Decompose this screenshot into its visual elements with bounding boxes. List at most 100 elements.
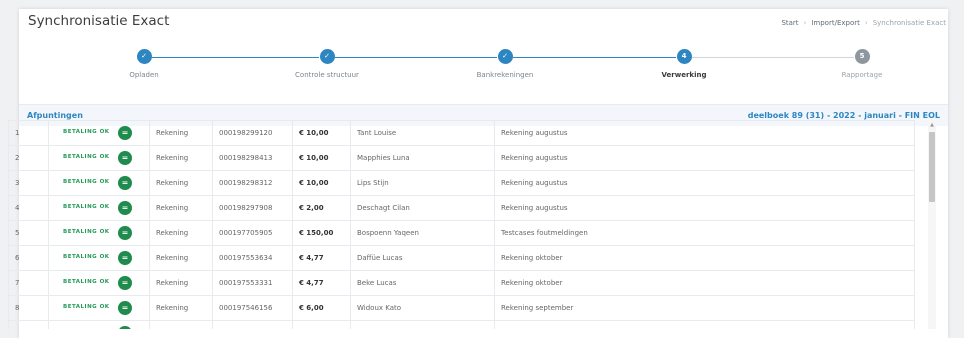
page-header: Synchronisatie Exact Start › Import/Export… — [19, 9, 948, 35]
table-row[interactable]: 3 BETALING OK = Rekening 000198298312 € 10,00… — [8, 170, 915, 196]
equals-icon[interactable]: = — [118, 276, 132, 290]
status-cell: BETALING OK = — [48, 145, 150, 171]
description: Rekening september — [494, 320, 915, 329]
table-row[interactable]: 4 BETALING OK = Rekening 000198297908 € 2,00 D… — [8, 195, 915, 221]
document-type: Rekening — [149, 245, 213, 271]
table-scrollbar[interactable]: ▲ — [928, 120, 938, 329]
status-cell: BETALING OK = — [48, 195, 150, 221]
amount: € 10,00 — [292, 120, 351, 146]
document-type: Rekening — [149, 145, 213, 171]
scrollbar-thumb[interactable] — [929, 132, 935, 202]
status-label: BETALING OK — [63, 154, 110, 160]
breadcrumb-current: Synchronisatie Exact — [872, 19, 946, 27]
table-row[interactable]: 9BETALING OK=Rekening000197546055€ 6,00V… — [8, 320, 915, 329]
table-row[interactable]: 8 BETALING OK = Rekening 000197546156 € 6,00 W… — [8, 295, 915, 321]
breadcrumb-import-export[interactable]: Import/Export — [811, 19, 860, 27]
status-cell: BETALING OK = — [48, 270, 150, 296]
table-row[interactable]: 7 BETALING OK = Rekening 000197553331 € 4,77 B… — [8, 270, 915, 296]
breadcrumb: Start › Import/Export › Synchronisatie Exact — [781, 19, 946, 27]
row-number: 4 — [8, 195, 49, 221]
reference-number: 000198298312 — [212, 170, 293, 196]
reference-number: 000198297908 — [212, 195, 293, 221]
customer-name: Vonhoixe Nancy — [350, 320, 495, 329]
status-label: BETALING OK — [63, 254, 110, 260]
row-number: 7 — [8, 270, 49, 296]
checkmark-icon: ✓ — [136, 49, 152, 64]
equals-icon[interactable]: = — [118, 201, 132, 215]
breadcrumb-separator-icon: › — [803, 19, 807, 27]
description: Rekening oktober — [494, 270, 915, 296]
step-5: 5 Rapportage — [792, 49, 932, 79]
status-cell: BETALING OK = — [48, 120, 150, 146]
equals-icon[interactable]: = — [118, 251, 132, 265]
description: Rekening augustus — [494, 145, 915, 171]
status-label: BETALING OK — [63, 229, 110, 235]
reference-number: 000197546156 — [212, 295, 293, 321]
reference-number: 000197553331 — [212, 270, 293, 296]
row-number: 6 — [8, 245, 49, 271]
customer-name: Deschagt Cilan — [350, 195, 495, 221]
step-label: Bankrekeningen — [476, 71, 534, 79]
status-label: BETALING OK — [63, 204, 110, 210]
document-type: Rekening — [149, 195, 213, 221]
step-3: ✓ Bankrekeningen — [435, 49, 575, 79]
table-row[interactable]: 1 BETALING OK = Rekening 000198299120 € 10,00… — [8, 120, 915, 146]
section-title: Afpuntingen — [27, 111, 83, 120]
document-type: Rekening — [149, 270, 213, 296]
status-label: BETALING OK — [63, 304, 110, 310]
page-title: Synchronisatie Exact — [28, 13, 170, 29]
step-number-badge: 5 — [854, 49, 870, 64]
customer-name: Beke Lucas — [350, 270, 495, 296]
step-number-badge: 4 — [676, 49, 692, 64]
row-number: 9 — [8, 320, 49, 329]
amount: € 6,00 — [292, 320, 351, 329]
table-row[interactable]: 2 BETALING OK = Rekening 000198298413 € 10,00… — [8, 145, 915, 171]
equals-icon[interactable]: = — [118, 326, 132, 329]
checkmark-icon: ✓ — [497, 49, 513, 64]
scroll-up-arrow-icon[interactable]: ▲ — [928, 122, 936, 128]
step-2: ✓ Controle structuur — [257, 49, 397, 79]
amount: € 4,77 — [292, 245, 351, 271]
description: Rekening augustus — [494, 195, 915, 221]
equals-icon[interactable]: = — [118, 226, 132, 240]
amount: € 10,00 — [292, 170, 351, 196]
table-row[interactable]: 6 BETALING OK = Rekening 000197553634 € 4,77 D… — [8, 245, 915, 271]
status-cell: BETALING OK = — [48, 170, 150, 196]
amount: € 2,00 — [292, 195, 351, 221]
status-label: BETALING OK — [63, 279, 110, 285]
step-label: Rapportage — [841, 71, 883, 79]
equals-icon[interactable]: = — [118, 151, 132, 165]
customer-name: Tant Louise — [350, 120, 495, 146]
document-type: Rekening — [149, 220, 213, 246]
customer-name: Mapphies Luna — [350, 145, 495, 171]
equals-icon[interactable]: = — [118, 126, 132, 140]
equals-icon[interactable]: = — [118, 176, 132, 190]
document-type: Rekening — [149, 120, 213, 146]
status-label: BETALING OK — [63, 179, 110, 185]
breadcrumb-start[interactable]: Start — [781, 19, 798, 27]
reference-number: 000197546055 — [212, 320, 293, 329]
status-cell: BETALING OK = — [48, 245, 150, 271]
step-1: ✓ Opladen — [74, 49, 214, 79]
customer-name: Widoux Kato — [350, 295, 495, 321]
description: Rekening september — [494, 295, 915, 321]
breadcrumb-separator-icon: › — [864, 19, 868, 27]
reconciliation-table-container[interactable]: 1 BETALING OK = Rekening 000198299120 € 10,00… — [8, 120, 926, 329]
document-type: Rekening — [149, 170, 213, 196]
description: Testcases foutmeldingen — [494, 220, 915, 246]
amount: € 10,00 — [292, 145, 351, 171]
reference-number: 000198298413 — [212, 145, 293, 171]
customer-name: Daffüe Lucas — [350, 245, 495, 271]
step-label: Verwerking — [661, 71, 707, 79]
table-row[interactable]: 5 BETALING OK = Rekening 000197705905 € 150,0… — [8, 220, 915, 246]
step-label: Opladen — [129, 71, 159, 79]
reference-number: 000198299120 — [212, 120, 293, 146]
status-label: BETALING OK — [63, 129, 110, 135]
row-number: 2 — [8, 145, 49, 171]
journal-info: deelboek 89 (31) - 2022 - januari - FIN … — [747, 111, 940, 120]
equals-icon[interactable]: = — [118, 301, 132, 315]
status-cell: BETALING OK = — [48, 295, 150, 321]
row-number: 8 — [8, 295, 49, 321]
reconciliation-table: 1 BETALING OK = Rekening 000198299120 € 10,00… — [8, 120, 915, 329]
progress-stepper: ✓ Opladen ✓ Controle structuur ✓ Bankrekening… — [19, 35, 948, 87]
